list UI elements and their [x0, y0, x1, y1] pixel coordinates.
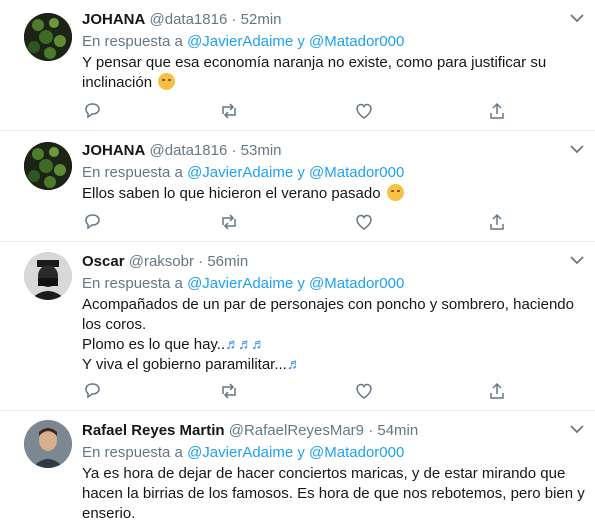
- music-notes-icon: ♬: [286, 356, 302, 373]
- avatar-image: [24, 420, 72, 468]
- reply-and: y: [297, 164, 305, 181]
- emoji-icon: [386, 184, 404, 201]
- avatar[interactable]: [24, 142, 72, 190]
- retweet-icon[interactable]: [219, 101, 239, 121]
- tweet-actions: [82, 212, 522, 234]
- mention-link[interactable]: @JavierAdaime: [187, 444, 293, 461]
- tweet-text-line-wrap: Y viva el gobierno paramilitar...♬: [82, 355, 582, 375]
- mention-link[interactable]: @JavierAdaime: [187, 164, 293, 181]
- tweet-text-line: los coros.: [82, 316, 147, 333]
- timestamp[interactable]: 56min: [207, 253, 248, 270]
- timestamp[interactable]: 54min: [377, 422, 418, 439]
- tweet-text-line-wrap: Plomo es lo que hay..♬♬♬: [82, 335, 582, 355]
- mention-link[interactable]: @JavierAdaime: [187, 33, 293, 50]
- mention-link[interactable]: @Matador000: [309, 164, 404, 181]
- tweet-text-line: Plomo es lo que hay..: [82, 336, 226, 353]
- chevron-down-icon[interactable]: [569, 254, 585, 266]
- reply-prefix: En respuesta a: [82, 164, 183, 181]
- tweet-text-line: hacen la birrias de los famosos. Es hora…: [82, 485, 585, 502]
- music-notes-icon: ♬♬♬: [225, 336, 266, 353]
- separator-dot: ·: [231, 142, 237, 159]
- separator-dot: ·: [368, 422, 374, 439]
- tweet-text-line-wrap: inclinación: [82, 73, 582, 93]
- reply-and: y: [297, 275, 305, 292]
- tweet-text-line: Ellos saben lo que hicieron el verano pa…: [82, 185, 381, 202]
- tweet-text-line: inclinación: [82, 74, 153, 91]
- tweet-header: JOHANA @data1816 · 52min: [82, 10, 282, 30]
- like-icon[interactable]: [354, 101, 374, 121]
- reply-prefix: En respuesta a: [82, 444, 183, 461]
- tweet-text: Acompañados de un par de personajes con …: [82, 295, 582, 375]
- tweet-actions: [82, 381, 522, 403]
- separator-dot: ·: [231, 11, 237, 28]
- reply-prefix: En respuesta a: [82, 275, 183, 292]
- avatar[interactable]: [24, 13, 72, 61]
- chevron-down-icon[interactable]: [569, 143, 585, 155]
- display-name[interactable]: Rafael Reyes Martin: [82, 422, 225, 439]
- tweet-actions: [82, 101, 522, 123]
- timestamp[interactable]: 52min: [241, 11, 282, 28]
- share-icon[interactable]: [487, 212, 507, 232]
- tweet-text-line: Y pensar que esa economía naranja no exi…: [82, 54, 547, 71]
- retweet-icon[interactable]: [219, 381, 239, 401]
- chevron-down-icon[interactable]: [569, 12, 585, 24]
- avatar[interactable]: [24, 420, 72, 468]
- avatar-image: [24, 142, 72, 190]
- mention-link[interactable]: @Matador000: [309, 444, 404, 461]
- display-name[interactable]: JOHANA: [82, 11, 145, 28]
- timestamp[interactable]: 53min: [241, 142, 282, 159]
- tweet-text-line: Ya es hora de dejar de hacer conciertos …: [82, 465, 566, 482]
- reply-prefix: En respuesta a: [82, 33, 183, 50]
- reply-icon[interactable]: [82, 101, 102, 121]
- reply-context: En respuesta a @JavierAdaime y @Matador0…: [82, 163, 404, 183]
- tweet[interactable]: Rafael Reyes Martin @RafaelReyesMar9 · 5…: [0, 411, 595, 523]
- tweet-text: Ellos saben lo que hicieron el verano pa…: [82, 184, 582, 204]
- tweet[interactable]: JOHANA @data1816 · 52min En respuesta a …: [0, 0, 595, 131]
- separator-dot: ·: [198, 253, 204, 270]
- reply-context: En respuesta a @JavierAdaime y @Matador0…: [82, 274, 404, 294]
- tweet-header: Oscar @raksobr · 56min: [82, 252, 248, 272]
- user-handle[interactable]: @data1816: [150, 142, 228, 159]
- reply-context: En respuesta a @JavierAdaime y @Matador0…: [82, 443, 404, 463]
- reply-icon[interactable]: [82, 212, 102, 232]
- display-name[interactable]: JOHANA: [82, 142, 145, 159]
- mention-link[interactable]: @Matador000: [309, 275, 404, 292]
- user-handle[interactable]: @RafaelReyesMar9: [229, 422, 364, 439]
- user-handle[interactable]: @data1816: [150, 11, 228, 28]
- emoji-icon: [158, 73, 176, 90]
- reply-and: y: [297, 33, 305, 50]
- tweet-text-line-wrap: Ellos saben lo que hicieron el verano pa…: [82, 184, 582, 204]
- reply-and: y: [297, 444, 305, 461]
- tweet-text-line: Acompañados de un par de personajes con …: [82, 296, 574, 313]
- tweet-text: Ya es hora de dejar de hacer conciertos …: [82, 464, 585, 523]
- reply-context: En respuesta a @JavierAdaime y @Matador0…: [82, 32, 404, 52]
- avatar[interactable]: [24, 252, 72, 300]
- like-icon[interactable]: [354, 381, 374, 401]
- tweet-header: Rafael Reyes Martin @RafaelReyesMar9 · 5…: [82, 421, 418, 441]
- chevron-down-icon[interactable]: [569, 423, 585, 435]
- tweet[interactable]: JOHANA @data1816 · 53min En respuesta a …: [0, 131, 595, 242]
- share-icon[interactable]: [487, 101, 507, 121]
- retweet-icon[interactable]: [219, 212, 239, 232]
- avatar-image: [24, 13, 72, 61]
- tweet[interactable]: Oscar @raksobr · 56min En respuesta a @J…: [0, 242, 595, 411]
- avatar-image: [24, 252, 72, 300]
- mention-link[interactable]: @Matador000: [309, 33, 404, 50]
- tweet-header: JOHANA @data1816 · 53min: [82, 141, 282, 161]
- tweet-text-line: enserio.: [82, 505, 136, 522]
- share-icon[interactable]: [487, 381, 507, 401]
- display-name[interactable]: Oscar: [82, 253, 125, 270]
- tweet-text: Y pensar que esa economía naranja no exi…: [82, 53, 582, 93]
- mention-link[interactable]: @JavierAdaime: [187, 275, 293, 292]
- tweet-feed: JOHANA @data1816 · 52min En respuesta a …: [0, 0, 595, 523]
- reply-icon[interactable]: [82, 381, 102, 401]
- user-handle[interactable]: @raksobr: [129, 253, 194, 270]
- like-icon[interactable]: [354, 212, 374, 232]
- tweet-text-line: Y viva el gobierno paramilitar...: [82, 356, 287, 373]
